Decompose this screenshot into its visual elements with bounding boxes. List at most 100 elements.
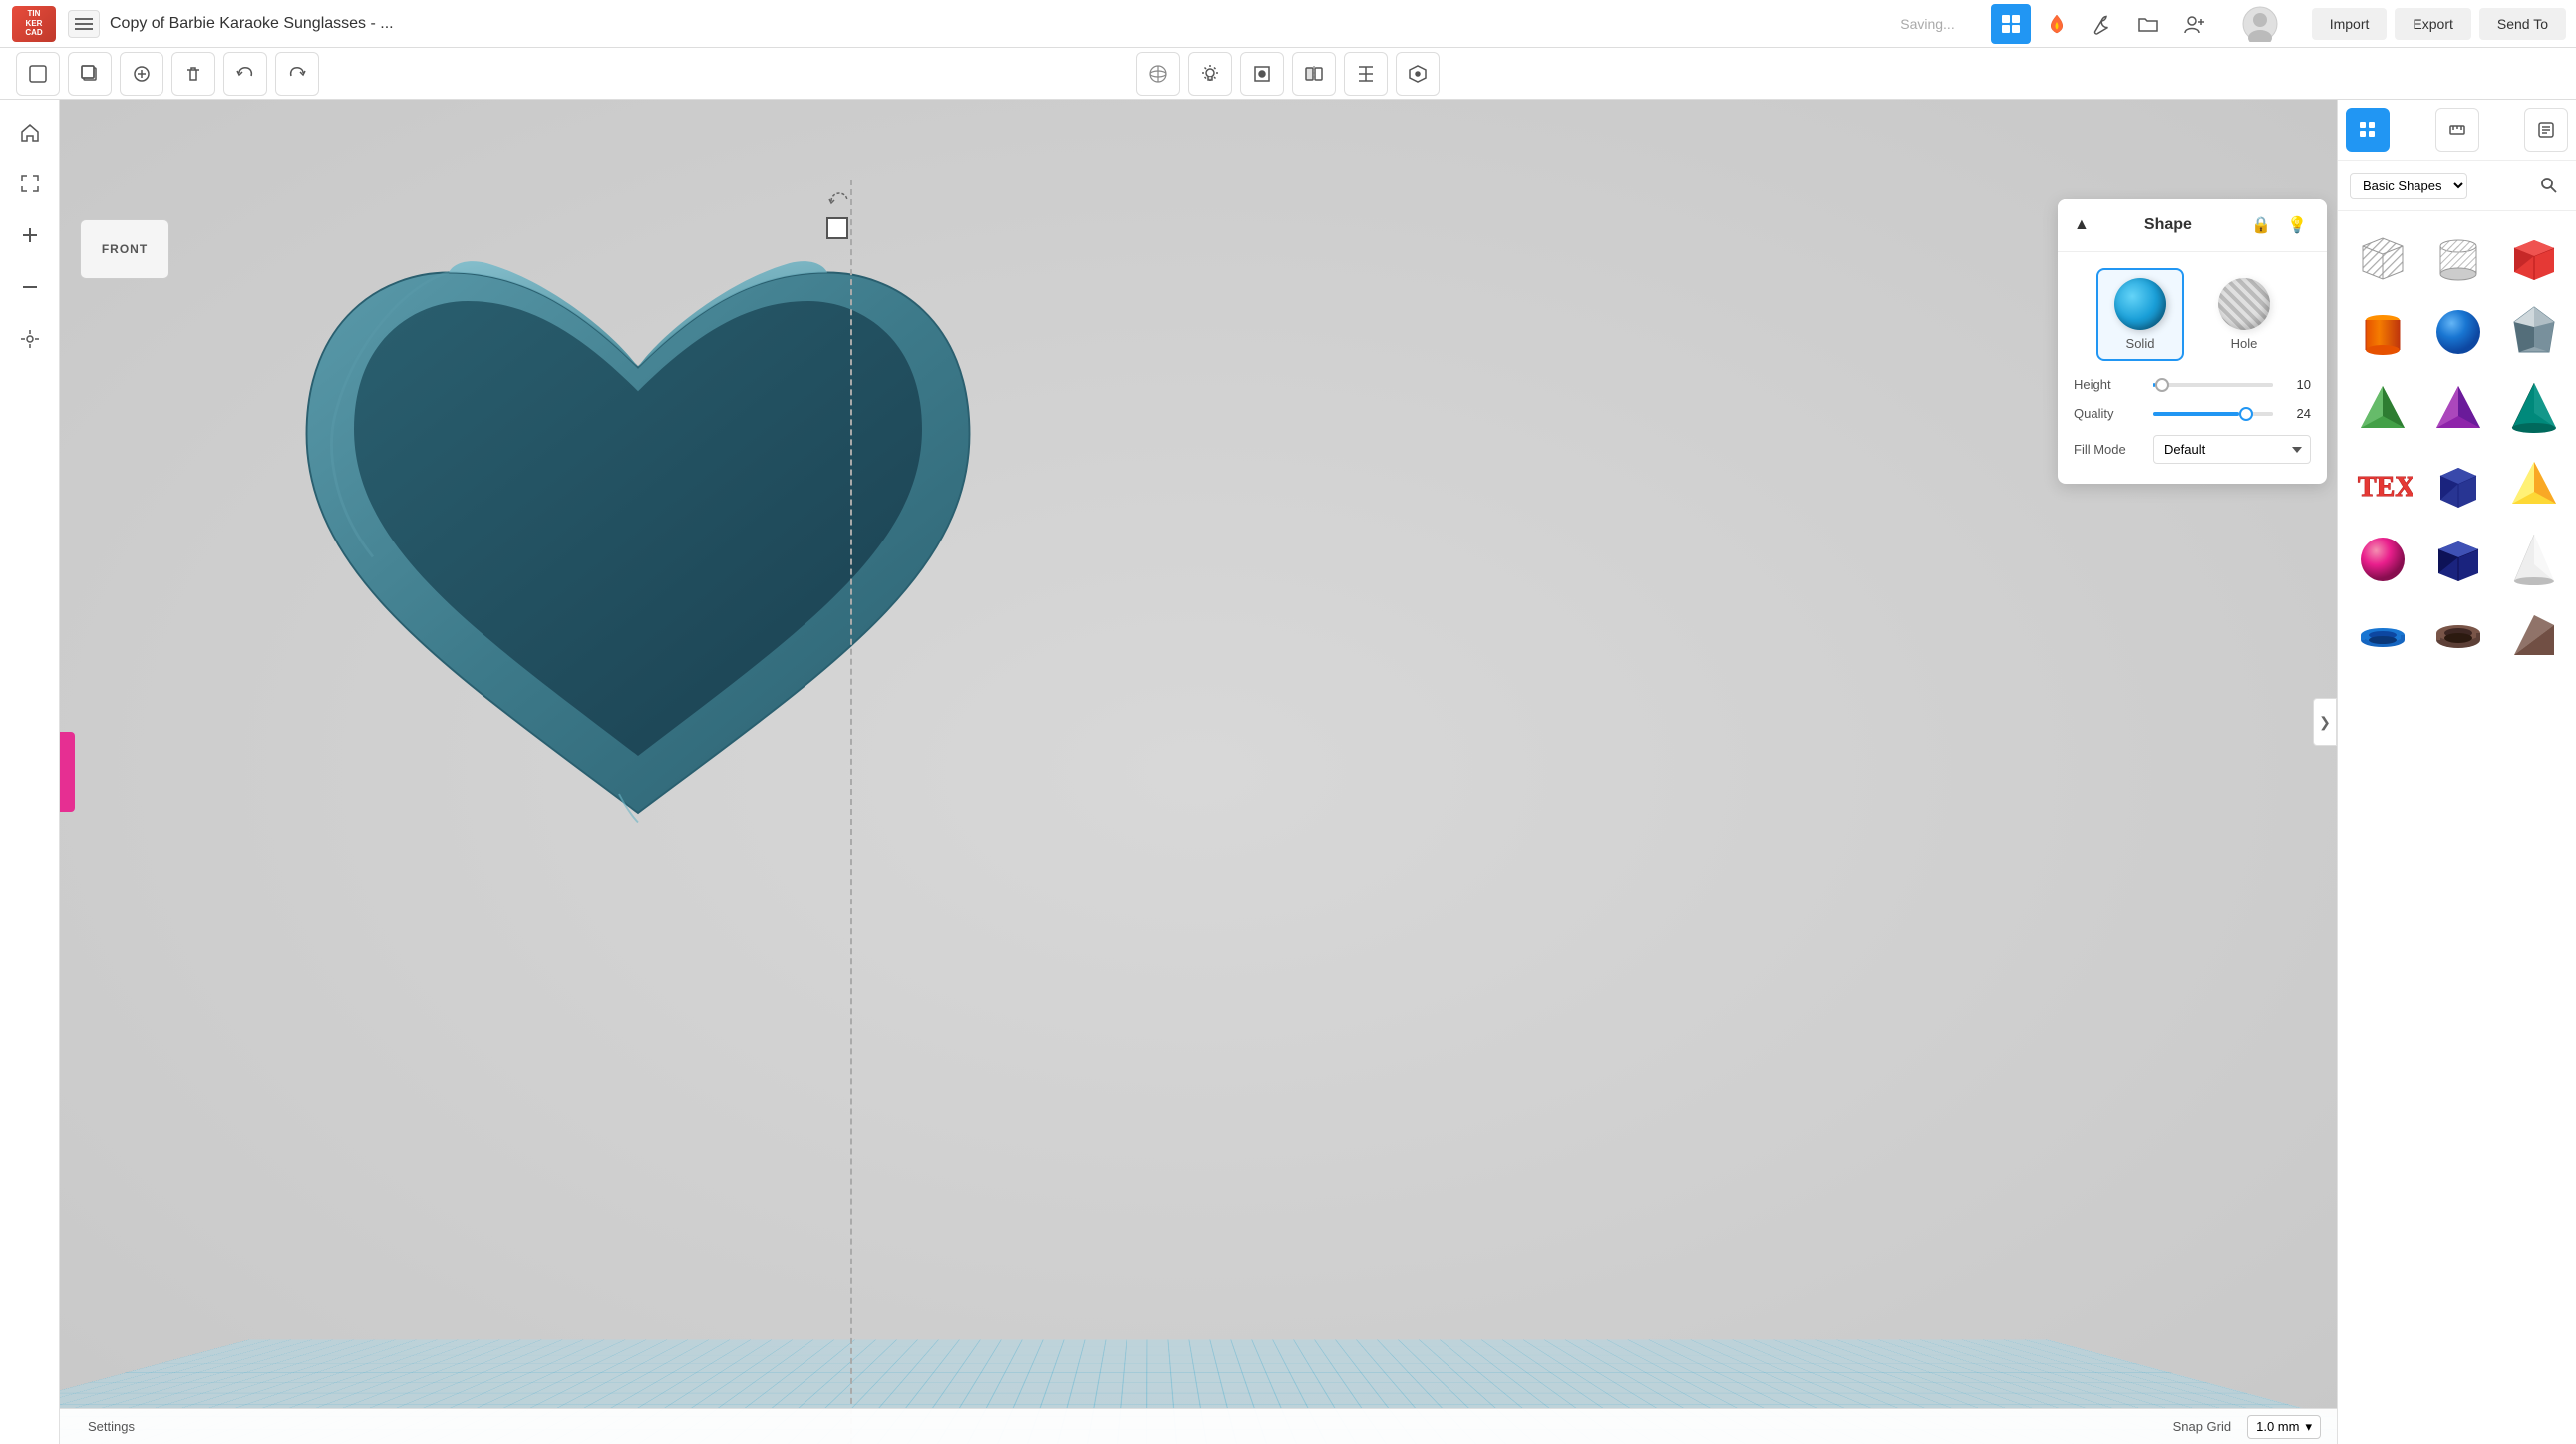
zoom-in-btn[interactable]: [8, 213, 52, 257]
redo-btn[interactable]: [275, 52, 319, 96]
bottom-bar: Settings Snap Grid 1.0 mm ▾: [60, 1408, 2337, 1444]
shape-dark-box[interactable]: [2423, 449, 2493, 519]
shape-crystal[interactable]: [2499, 297, 2569, 367]
fire-btn[interactable]: [2037, 4, 2077, 44]
new-shape-btn[interactable]: [16, 52, 60, 96]
fill-mode-label: Fill Mode: [2074, 442, 2153, 457]
toolbar-left: [16, 52, 319, 96]
transform-btn[interactable]: [8, 317, 52, 361]
shape-blue-sphere[interactable]: [2423, 297, 2493, 367]
snap-grid-label: Snap Grid: [2173, 1419, 2232, 1434]
front-view-label: FRONT: [80, 219, 169, 279]
shapes-search-btn[interactable]: [2534, 171, 2564, 200]
zoom-out-btn[interactable]: [8, 265, 52, 309]
shape-striped-cube[interactable]: [2348, 221, 2417, 291]
menu-icon[interactable]: [68, 10, 100, 38]
toolbar-center: [1136, 52, 1440, 96]
import-btn[interactable]: Import: [2312, 8, 2388, 40]
main-layout: FRONT ▲ Shape 🔒 💡: [0, 100, 2576, 1444]
canvas-area[interactable]: FRONT ▲ Shape 🔒 💡: [60, 100, 2337, 1444]
shapes-header: Basic Shapes: [2338, 161, 2576, 211]
undo-btn[interactable]: [223, 52, 267, 96]
group-btn[interactable]: [1396, 52, 1440, 96]
light-btn[interactable]: [1188, 52, 1232, 96]
shape-teal-cone[interactable]: [2499, 373, 2569, 443]
fit-view-btn[interactable]: [8, 162, 52, 205]
delete-btn[interactable]: [171, 52, 215, 96]
quality-slider[interactable]: [2153, 412, 2273, 416]
shape-panel: ▲ Shape 🔒 💡 Solid Hole: [2058, 199, 2327, 484]
mirror-btn[interactable]: [1292, 52, 1336, 96]
solid-label: Solid: [2126, 336, 2155, 351]
fill-mode-select[interactable]: Default Solid Wireframe: [2153, 435, 2311, 464]
align-btn[interactable]: [1344, 52, 1388, 96]
hole-option[interactable]: Hole: [2200, 268, 2288, 361]
shape-orange-cylinder[interactable]: [2348, 297, 2417, 367]
snap-grid-arrow: ▾: [2305, 1419, 2312, 1435]
project-title: Copy of Barbie Karaoke Sunglasses - ...: [110, 15, 394, 33]
duplicate-btn[interactable]: [68, 52, 112, 96]
center-line: [850, 180, 852, 1444]
svg-text:TEXT: TEXT: [2358, 472, 2413, 503]
panel-body: Solid Hole Height: [2058, 252, 2327, 484]
panel-collapse-btn[interactable]: ▲: [2074, 216, 2090, 234]
shape-options: Solid Hole: [2074, 268, 2311, 361]
rotation-handle[interactable]: [827, 189, 851, 213]
hole-label: Hole: [2231, 336, 2258, 351]
height-slider[interactable]: [2153, 383, 2273, 387]
shape-text[interactable]: TEXT: [2348, 449, 2417, 519]
height-value: 10: [2281, 377, 2311, 392]
send-to-btn[interactable]: Send To: [2479, 8, 2566, 40]
shape-purple-pyramid[interactable]: [2423, 373, 2493, 443]
height-row: Height 10: [2074, 377, 2311, 392]
quality-value: 24: [2281, 406, 2311, 421]
shape-brown-wedge[interactable]: [2499, 600, 2569, 670]
quality-label: Quality: [2074, 406, 2153, 421]
solid-icon: [2114, 278, 2166, 330]
panel-lock-btn[interactable]: 🔒: [2247, 211, 2275, 239]
logo[interactable]: TIN KER CAD: [10, 4, 58, 44]
settings-btn[interactable]: Settings: [76, 1415, 147, 1438]
shape-green-pyramid[interactable]: [2348, 373, 2417, 443]
wrench-btn[interactable]: [2083, 4, 2122, 44]
shape-pink-sphere[interactable]: [2348, 525, 2417, 594]
shape-cylinder-striped[interactable]: [2423, 221, 2493, 291]
snap-grid-value[interactable]: 1.0 mm ▾: [2247, 1415, 2321, 1439]
topbar: TIN KER CAD Copy of Barbie Karaoke Sungl…: [0, 0, 2576, 48]
right-panel: Basic Shapes: [2337, 100, 2576, 1444]
right-grid-btn[interactable]: [2346, 108, 2390, 152]
add-user-btn[interactable]: [2174, 4, 2214, 44]
export-btn[interactable]: Export: [2395, 8, 2470, 40]
shape-brown-torus[interactable]: [2423, 600, 2493, 670]
shapes-dropdown[interactable]: Basic Shapes: [2350, 173, 2467, 199]
shape-red-cube[interactable]: [2499, 221, 2569, 291]
panel-light-btn[interactable]: 💡: [2283, 211, 2311, 239]
panel-title: Shape: [2144, 216, 2192, 234]
shape-blue-ring[interactable]: [2348, 600, 2417, 670]
solid-option[interactable]: Solid: [2096, 268, 2184, 361]
snap-btn[interactable]: [1240, 52, 1284, 96]
view-cube-btn[interactable]: [1136, 52, 1180, 96]
shape-dark-blue-cube[interactable]: [2423, 525, 2493, 594]
copy-btn[interactable]: [120, 52, 163, 96]
fill-mode-row: Fill Mode Default Solid Wireframe: [2074, 435, 2311, 464]
top-right-icons: [1991, 4, 2300, 44]
pink-object[interactable]: [60, 732, 75, 812]
right-notes-btn[interactable]: [2524, 108, 2568, 152]
panel-icons: 🔒 💡: [2247, 211, 2311, 239]
action-buttons: Import Export Send To: [2312, 8, 2566, 40]
folder-btn[interactable]: [2128, 4, 2168, 44]
heart-object[interactable]: [259, 150, 1017, 907]
user-avatar[interactable]: [2220, 4, 2300, 44]
right-ruler-btn[interactable]: [2435, 108, 2479, 152]
resize-handle[interactable]: [826, 217, 848, 239]
title-section: Copy of Barbie Karaoke Sunglasses - ...: [68, 10, 1900, 38]
home-btn[interactable]: [8, 110, 52, 154]
shapes-grid: TEXT: [2338, 211, 2576, 680]
shape-yellow-pyramid[interactable]: [2499, 449, 2569, 519]
grid-view-btn[interactable]: [1991, 4, 2031, 44]
shape-white-cone[interactable]: [2499, 525, 2569, 594]
panel-header: ▲ Shape 🔒 💡: [2058, 199, 2327, 252]
panel-collapse-btn[interactable]: ❯: [2313, 698, 2337, 746]
quality-row: Quality 24: [2074, 406, 2311, 421]
